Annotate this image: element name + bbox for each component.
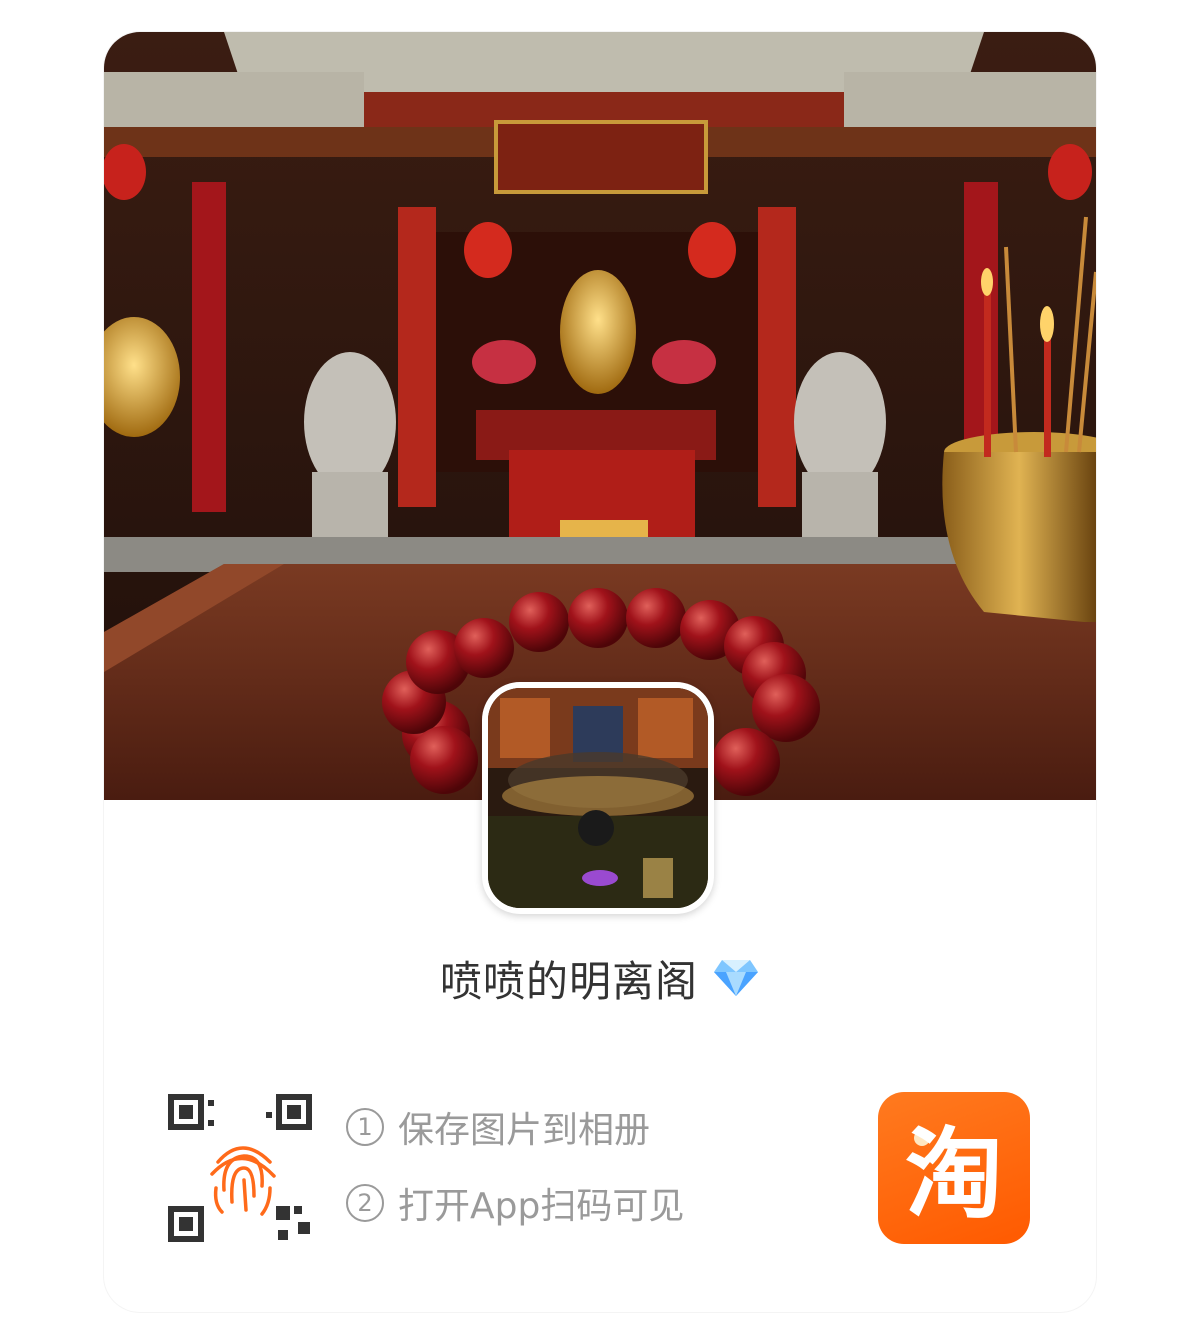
step-text: 打开App扫码可见 xyxy=(398,1186,685,1227)
shop-name[interactable]: 喷喷的明离阁 xyxy=(440,948,698,1009)
taobao-app-logo[interactable]: 淘 xyxy=(878,1092,1030,1244)
step-number: 1 xyxy=(346,1108,384,1146)
step-text: 保存图片到相册 xyxy=(398,1110,651,1151)
shop-name-row: 喷喷的明离阁 xyxy=(104,946,1096,1010)
step-save-image: 1 保存图片到相册 xyxy=(346,1100,684,1154)
share-card: 喷喷的明离阁 1 保存图片到相册 2 打开App扫码可见 淘 xyxy=(104,32,1096,1312)
fingerprint-qr-icon xyxy=(166,1092,318,1244)
step-open-app: 2 打开App扫码可见 xyxy=(346,1176,684,1230)
step-number: 2 xyxy=(346,1184,384,1222)
shop-avatar[interactable] xyxy=(482,682,714,914)
scan-instructions: 1 保存图片到相册 2 打开App扫码可见 xyxy=(346,1100,684,1252)
diamond-icon xyxy=(712,958,760,998)
taobao-logo-char: 淘 xyxy=(904,1118,1003,1232)
